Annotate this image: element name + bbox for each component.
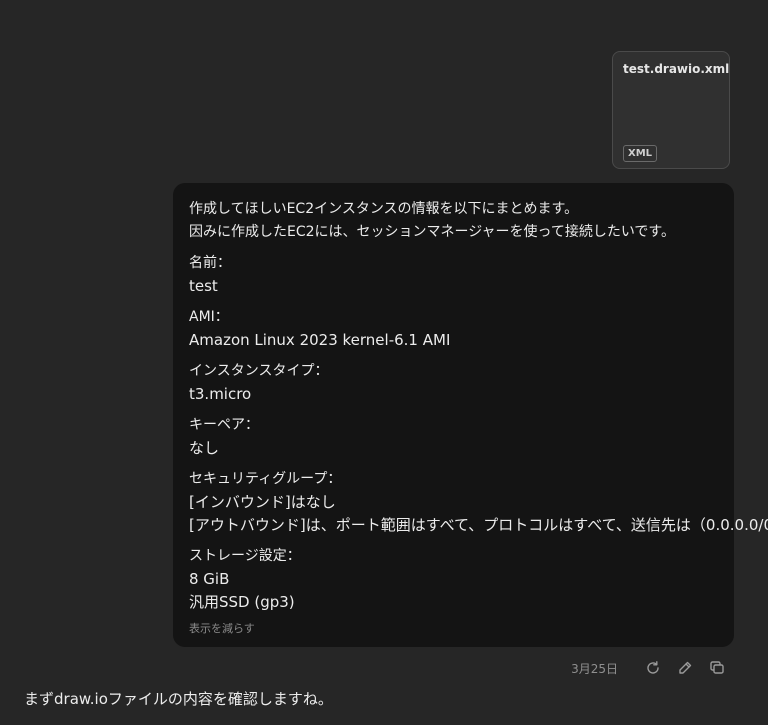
field-value: t3.micro <box>189 385 252 403</box>
field-value: test <box>189 277 218 295</box>
attachment-file-type-badge: XML <box>623 145 658 162</box>
field-label: インスタンスタイプ： <box>189 363 329 379</box>
show-less-button[interactable]: 表示を減らす <box>189 620 255 636</box>
edit-icon[interactable] <box>674 657 696 679</box>
attachment-file-name: test.drawio.xml <box>623 62 730 76</box>
user-message-bubble: 作成してほしいEC2インスタンスの情報を以下にまとめます。 因みに作成したEC2… <box>173 183 768 647</box>
message-footer: 3月25日 <box>571 657 728 679</box>
field-label: ストレージ設定： <box>189 548 301 564</box>
message-intro-line-2: 因みに作成したEC2には、セッションマネージャーを使って接続したいです。 <box>189 224 676 240</box>
attachment-card[interactable]: test.drawio.xml XML <box>612 51 730 169</box>
field-label: セキュリティグループ： <box>189 471 342 487</box>
field-value: [インバウンド]はなし <box>189 493 336 511</box>
assistant-reply-text: まずdraw.ioファイルの内容を確認しますね。 <box>24 690 333 708</box>
message-intro-line-1: 作成してほしいEC2インスタンスの情報を以下にまとめます。 <box>189 201 579 217</box>
field-value: [アウトバウンド]は、ポート範囲はすべて、プロトコルはすべて、送信先は（0.0.… <box>189 516 768 534</box>
retry-icon[interactable] <box>642 657 664 679</box>
field-instance-type: インスタンスタイプ： t3.micro <box>189 360 718 406</box>
field-ami: AMI： Amazon Linux 2023 kernel-6.1 AMI <box>189 306 718 352</box>
field-key-pair: キーペア： なし <box>189 414 718 460</box>
field-value: 8 GiB <box>189 570 230 588</box>
field-name: 名前： test <box>189 252 718 298</box>
field-value: なし <box>189 439 220 457</box>
message-date: 3月25日 <box>571 661 618 676</box>
field-label: 名前： <box>189 255 231 271</box>
field-label: AMI： <box>189 309 229 325</box>
field-value: 汎用SSD (gp3) <box>189 593 295 611</box>
field-value: Amazon Linux 2023 kernel-6.1 AMI <box>189 331 451 349</box>
field-security-group: セキュリティグループ： [インバウンド]はなし [アウトバウンド]は、ポート範囲… <box>189 468 768 537</box>
field-label: キーペア： <box>189 417 259 433</box>
copy-icon[interactable] <box>706 657 728 679</box>
chat-page: test.drawio.xml XML 作成してほしいEC2インスタンスの情報を… <box>0 0 768 725</box>
field-storage: ストレージ設定： 8 GiB 汎用SSD (gp3) <box>189 545 718 614</box>
